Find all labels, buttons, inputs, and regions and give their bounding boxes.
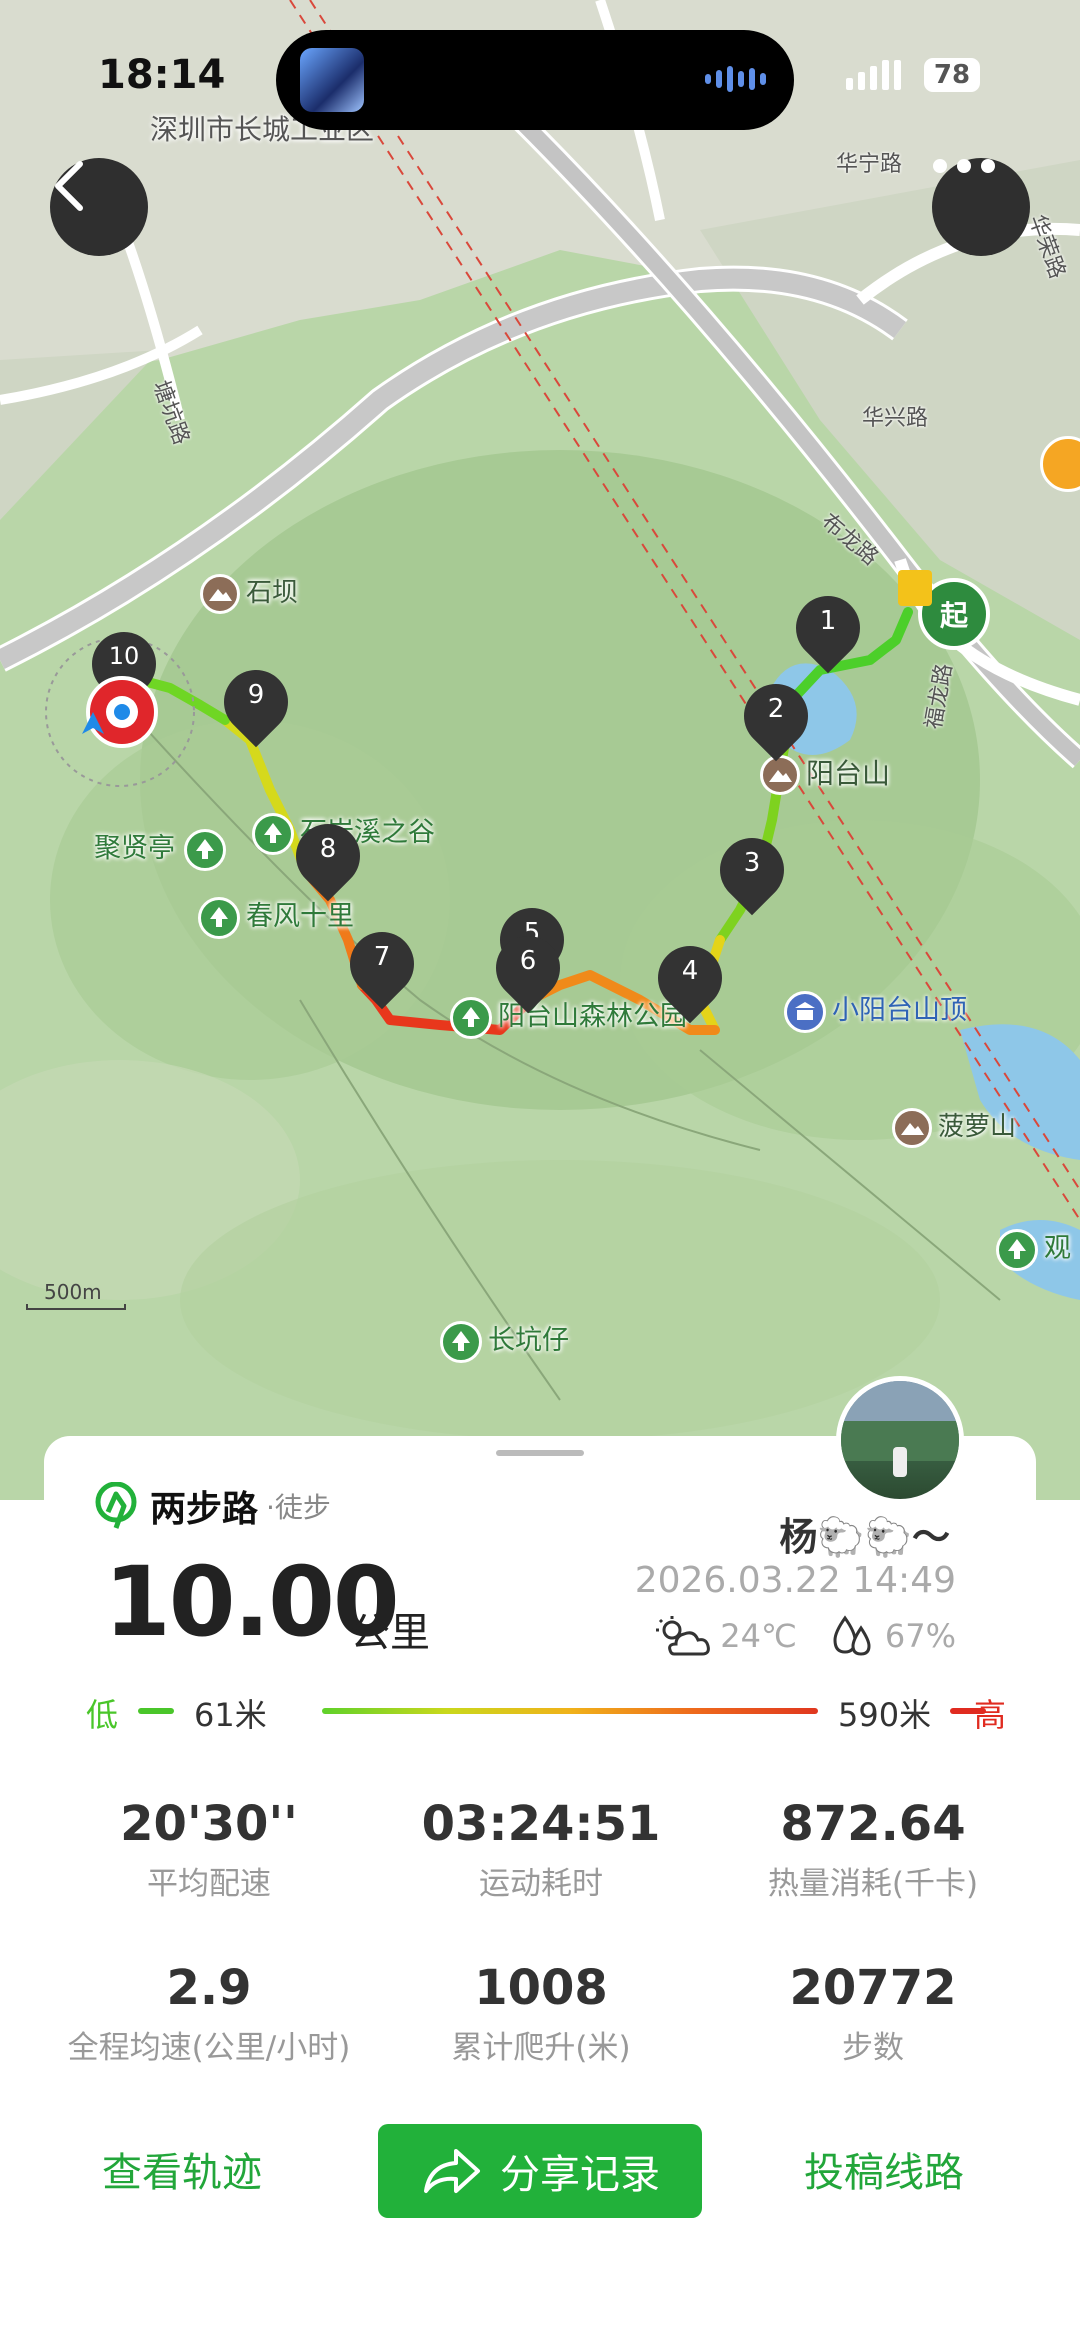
partly-cloudy-icon	[656, 1616, 711, 1656]
now-playing-artwork	[300, 48, 364, 112]
view-track-button[interactable]: 查看轨迹	[102, 2140, 262, 2198]
poi-juxianting[interactable]: 聚贤亭	[94, 826, 232, 871]
signal-icon	[846, 60, 901, 90]
humidity-icon	[833, 1615, 871, 1656]
km-marker-9[interactable]: 9	[210, 656, 302, 748]
road-sign	[898, 570, 932, 606]
status-bar: 18:14 78	[0, 0, 1080, 150]
viewpoint-icon	[784, 990, 826, 1033]
poi-label: 观	[1044, 1233, 1071, 1264]
km-marker-1[interactable]: 1	[782, 582, 874, 674]
drag-handle[interactable]	[496, 1450, 584, 1456]
poi-label: 小阳台山顶	[832, 995, 967, 1026]
share-record-button[interactable]: 分享记录	[378, 2124, 702, 2218]
humidity: 67%	[884, 1617, 956, 1655]
poi-forest-park[interactable]: 阳台山森林公园	[450, 994, 687, 1039]
park-icon	[440, 1320, 482, 1363]
poi-label: 石坝	[246, 578, 299, 608]
location-icon[interactable]	[82, 676, 158, 748]
km-marker-8[interactable]: 8	[282, 810, 374, 902]
user-name[interactable]: 杨🐑🐑～	[779, 1506, 950, 1561]
distance-unit: 公里	[350, 1610, 430, 1656]
record-card: 两步路 ·徒步 10.00 公里 杨🐑🐑～ 2026.03.22 14:49 2…	[44, 1436, 1036, 2108]
poi-chunfeng[interactable]: 春风十里	[198, 894, 354, 939]
road-label-huaning: 华宁路	[836, 152, 903, 177]
avatar[interactable]	[836, 1376, 964, 1504]
dynamic-island[interactable]	[276, 30, 794, 130]
poi-small-peak[interactable]: 小阳台山顶	[784, 988, 967, 1033]
poi-changkeng[interactable]: 长坑仔	[440, 1318, 569, 1363]
brand-row: 两步路 ·徒步	[94, 1480, 331, 1532]
more-button[interactable]	[932, 158, 1030, 256]
km-marker-3[interactable]: 3	[706, 824, 798, 916]
road-label-huaxing: 华兴路	[862, 406, 929, 431]
elevation-high-label: 高	[973, 1696, 1006, 1734]
brand-logo-icon	[95, 1482, 137, 1529]
km-marker-2[interactable]: 2	[730, 670, 822, 762]
map-scale: 500m	[26, 1280, 126, 1310]
poi-boluo[interactable]: 菠萝山	[892, 1106, 1016, 1148]
submit-route-button[interactable]: 投稿线路	[804, 2140, 964, 2198]
elevation-high-value: 590米	[838, 1696, 932, 1734]
elevation-gradient-bar	[322, 1708, 818, 1714]
more-dots-icon	[933, 159, 995, 173]
park-icon	[996, 1228, 1038, 1271]
park-icon	[183, 828, 226, 871]
status-time: 18:14	[98, 52, 226, 98]
battery-icon: 78	[924, 58, 980, 92]
km-marker-7[interactable]: 7	[336, 918, 428, 1010]
bottom-action-bar: 查看轨迹 分享记录 投稿线路	[0, 2094, 1080, 2341]
record-datetime: 2026.03.22 14:49	[634, 1560, 956, 1601]
sport-type: ·徒步	[266, 1491, 331, 1524]
km-marker-6[interactable]: 6	[482, 922, 574, 1014]
stat-duration: 03:24:51 运动耗时	[421, 1796, 661, 1902]
mountain-icon	[760, 755, 800, 795]
km-marker-4[interactable]: 4	[644, 932, 736, 1024]
poi-label: 聚贤亭	[94, 833, 175, 864]
park-icon	[450, 996, 492, 1039]
share-arrow-icon	[424, 2149, 480, 2193]
brand-name: 两步路	[150, 1489, 259, 1530]
mountain-icon	[892, 1107, 932, 1148]
back-button[interactable]	[50, 158, 148, 256]
map-canvas	[0, 0, 1080, 1440]
stat-steps: 20772 步数	[789, 1960, 957, 2066]
stat-climb: 1008 累计爬升(米)	[451, 1960, 631, 2066]
poi-label: 春风十里	[246, 901, 354, 932]
back-arrow-icon	[55, 161, 83, 211]
poi-label: 长坑仔	[488, 1325, 569, 1356]
stat-calories: 872.64 热量消耗(千卡)	[767, 1796, 979, 1902]
poi-guan[interactable]: 观	[996, 1226, 1071, 1271]
poi-label: 菠萝山	[938, 1112, 1017, 1142]
weather-row: 24℃ 67%	[652, 1614, 956, 1658]
elevation-low-label: 低	[86, 1696, 119, 1734]
poi-label: 阳台山	[806, 757, 891, 790]
park-icon	[252, 812, 294, 855]
elevation-legend: 低 61米 590米 高	[86, 1690, 1006, 1734]
audio-wave-icon	[705, 66, 766, 92]
poi-shiba[interactable]: 石坝	[200, 572, 298, 614]
stat-avg-pace: 20'30'' 平均配速	[120, 1796, 298, 1902]
low-swatch	[138, 1708, 174, 1714]
park-icon	[198, 896, 240, 939]
map-view[interactable]: 深圳市长城工业区 华宁路 华荣路 塘坑路 华兴路 布龙路 福龙路 石坝 聚贤亭 …	[0, 0, 1080, 1500]
elevation-low-value: 61米	[194, 1696, 267, 1734]
temperature: 24℃	[720, 1617, 797, 1655]
mountain-icon	[200, 573, 240, 614]
share-label: 分享记录	[500, 2152, 660, 2198]
stat-avg-speed: 2.9 全程均速(公里/小时)	[67, 1960, 351, 2066]
